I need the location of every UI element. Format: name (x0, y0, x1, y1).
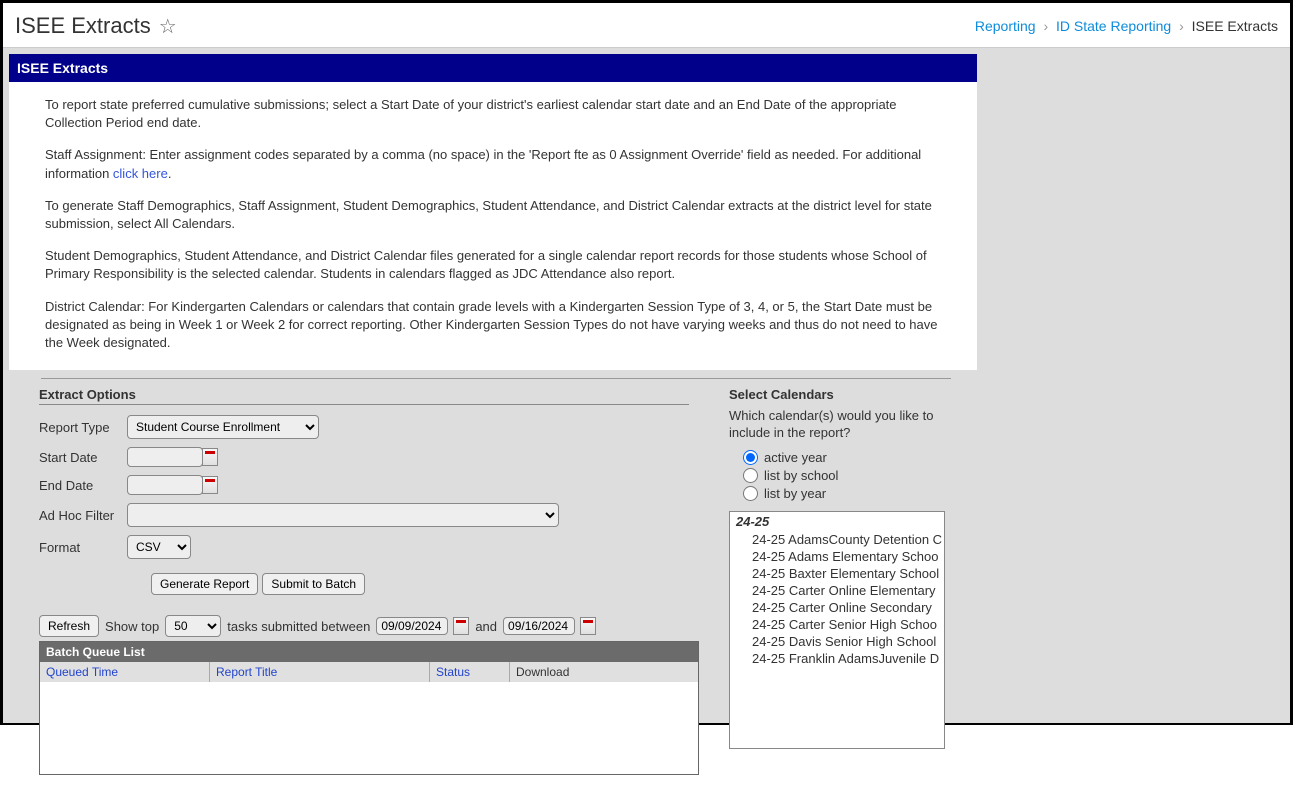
extract-options-title: Extract Options (39, 387, 689, 405)
radio-label: list by year (764, 486, 826, 501)
breadcrumb: Reporting › ID State Reporting › ISEE Ex… (975, 18, 1278, 34)
row-format: Format CSV (39, 535, 689, 559)
title-wrap: ISEE Extracts ☆ (15, 13, 177, 39)
instruction-text: To report state preferred cumulative sub… (45, 96, 941, 132)
label-start-date: Start Date (39, 450, 127, 465)
report-type-select[interactable]: Student Course Enrollment (127, 415, 319, 439)
between-label: tasks submitted between (227, 619, 370, 634)
label-end-date: End Date (39, 478, 127, 493)
radio-active-year-input[interactable] (743, 450, 758, 465)
instruction-text: Staff Assignment: Enter assignment codes… (45, 146, 941, 182)
calendar-icon[interactable] (453, 617, 469, 635)
calendar-icon[interactable] (202, 448, 218, 466)
divider (41, 378, 951, 379)
radio-label: list by school (764, 468, 838, 483)
breadcrumb-link-reporting[interactable]: Reporting (975, 18, 1036, 34)
radio-list-by-year[interactable]: list by year (743, 486, 969, 501)
calendar-group-header[interactable]: 24-25 (730, 512, 944, 531)
calendar-item[interactable]: 24-25 Franklin AdamsJuvenile D (730, 650, 944, 667)
chevron-right-icon: › (1043, 18, 1048, 34)
row-start-date: Start Date (39, 447, 689, 467)
page-header: ISEE Extracts ☆ Reporting › ID State Rep… (3, 3, 1290, 48)
queue-controls: Refresh Show top 50 tasks submitted betw… (39, 615, 689, 637)
breadcrumb-current: ISEE Extracts (1192, 18, 1278, 34)
instruction-text: District Calendar: For Kindergarten Cale… (45, 298, 941, 353)
label-adhoc: Ad Hoc Filter (39, 508, 127, 523)
adhoc-filter-select[interactable] (127, 503, 559, 527)
radio-list-by-school[interactable]: list by school (743, 468, 969, 483)
select-calendars-title: Select Calendars (729, 387, 969, 404)
calendar-item[interactable]: 24-25 Carter Senior High Schoo (730, 616, 944, 633)
radio-list-by-year-input[interactable] (743, 486, 758, 501)
calendar-list[interactable]: 24-25 24-25 AdamsCounty Detention C 24-2… (729, 511, 945, 749)
instruction-text: Student Demographics, Student Attendance… (45, 247, 941, 283)
instruction-text: To generate Staff Demographics, Staff As… (45, 197, 941, 233)
content-area: ISEE Extracts To report state preferred … (3, 48, 1290, 723)
favorite-star-icon[interactable]: ☆ (159, 14, 177, 39)
label-report-type: Report Type (39, 420, 127, 435)
calendar-icon[interactable] (580, 617, 596, 635)
radio-active-year[interactable]: active year (743, 450, 969, 465)
calendar-icon[interactable] (202, 476, 218, 494)
button-row: Generate Report Submit to Batch (151, 573, 689, 595)
form-area: Extract Options Report Type Student Cour… (9, 387, 1284, 787)
calendar-item[interactable]: 24-25 Carter Online Secondary (730, 599, 944, 616)
queue-header-row: Queued Time Report Title Status Download (40, 662, 698, 682)
calendar-item[interactable]: 24-25 Davis Senior High School (730, 633, 944, 650)
show-top-label: Show top (105, 619, 159, 634)
calendar-item[interactable]: 24-25 Adams Elementary Schoo (730, 548, 944, 565)
section-header: ISEE Extracts (9, 54, 977, 82)
date-from-input[interactable] (376, 617, 448, 635)
calendar-item[interactable]: 24-25 AdamsCounty Detention C (730, 531, 944, 548)
calendar-item[interactable]: 24-25 Baxter Elementary School (730, 565, 944, 582)
extract-options: Extract Options Report Type Student Cour… (39, 387, 689, 775)
calendar-item[interactable]: 24-25 Carter Online Elementary (730, 582, 944, 599)
submit-to-batch-button[interactable]: Submit to Batch (262, 573, 365, 595)
date-to-input[interactable] (503, 617, 575, 635)
label-format: Format (39, 540, 127, 555)
breadcrumb-link-state[interactable]: ID State Reporting (1056, 18, 1171, 34)
click-here-link[interactable]: click here (113, 166, 168, 181)
start-date-input[interactable] (127, 447, 203, 467)
end-date-input[interactable] (127, 475, 203, 495)
row-end-date: End Date (39, 475, 689, 495)
col-download: Download (516, 665, 569, 679)
page-title: ISEE Extracts (15, 13, 151, 39)
chevron-right-icon: › (1179, 18, 1184, 34)
batch-queue-table: Batch Queue List Queued Time Report Titl… (39, 641, 699, 775)
queue-body (40, 682, 698, 774)
col-status[interactable]: Status (436, 665, 470, 679)
refresh-button[interactable]: Refresh (39, 615, 99, 637)
col-report-title[interactable]: Report Title (216, 665, 277, 679)
radio-label: active year (764, 450, 827, 465)
radio-list-by-school-input[interactable] (743, 468, 758, 483)
row-report-type: Report Type Student Course Enrollment (39, 415, 689, 439)
batch-queue-title: Batch Queue List (40, 642, 698, 662)
instructions: To report state preferred cumulative sub… (9, 82, 977, 370)
generate-report-button[interactable]: Generate Report (151, 573, 258, 595)
and-label: and (475, 619, 497, 634)
format-select[interactable]: CSV (127, 535, 191, 559)
row-adhoc: Ad Hoc Filter (39, 503, 689, 527)
select-calendars-desc: Which calendar(s) would you like to incl… (729, 408, 969, 442)
col-queued-time[interactable]: Queued Time (46, 665, 118, 679)
show-top-select[interactable]: 50 (165, 615, 221, 637)
select-calendars: Select Calendars Which calendar(s) would… (729, 387, 969, 775)
